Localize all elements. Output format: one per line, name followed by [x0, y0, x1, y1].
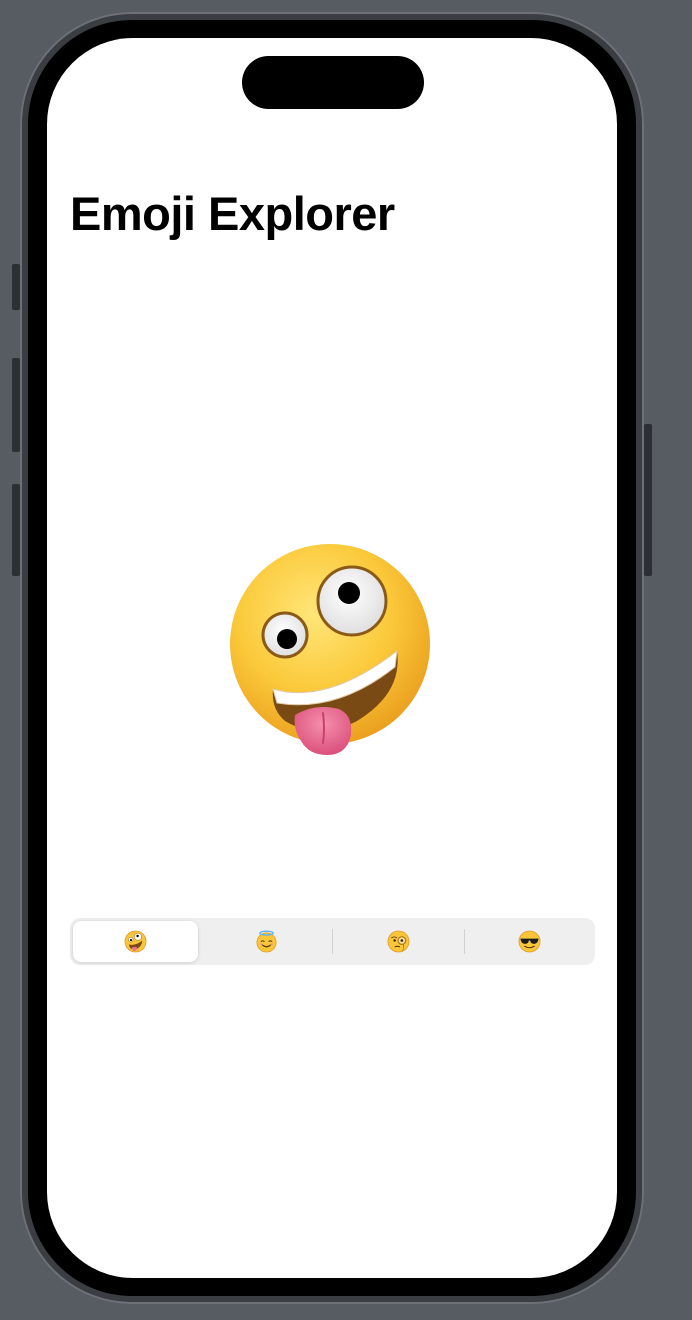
simulator-background: Emoji Explorer [0, 0, 692, 1320]
segment-option-2[interactable] [205, 921, 330, 962]
zany-face-icon [230, 544, 430, 755]
power-button [644, 424, 652, 576]
segment-divider [463, 929, 465, 954]
zany-face-icon [124, 930, 147, 953]
selected-emoji-display [227, 543, 437, 758]
silent-switch [12, 264, 20, 310]
page-title: Emoji Explorer [70, 187, 395, 240]
monocle-face-icon [387, 930, 410, 953]
sunglasses-face-icon [518, 930, 541, 953]
phone-screen: Emoji Explorer [47, 38, 617, 1278]
segment-option-1[interactable] [73, 921, 198, 962]
segment-divider [201, 929, 202, 954]
volume-down-button [12, 484, 20, 576]
halo-smiling-face-icon [256, 930, 277, 953]
emoji-segmented-control [70, 918, 595, 965]
segment-option-3[interactable] [336, 921, 461, 962]
volume-up-button [12, 358, 20, 452]
segment-option-4[interactable] [468, 921, 593, 962]
dynamic-island [242, 56, 424, 109]
segment-divider [332, 929, 333, 954]
